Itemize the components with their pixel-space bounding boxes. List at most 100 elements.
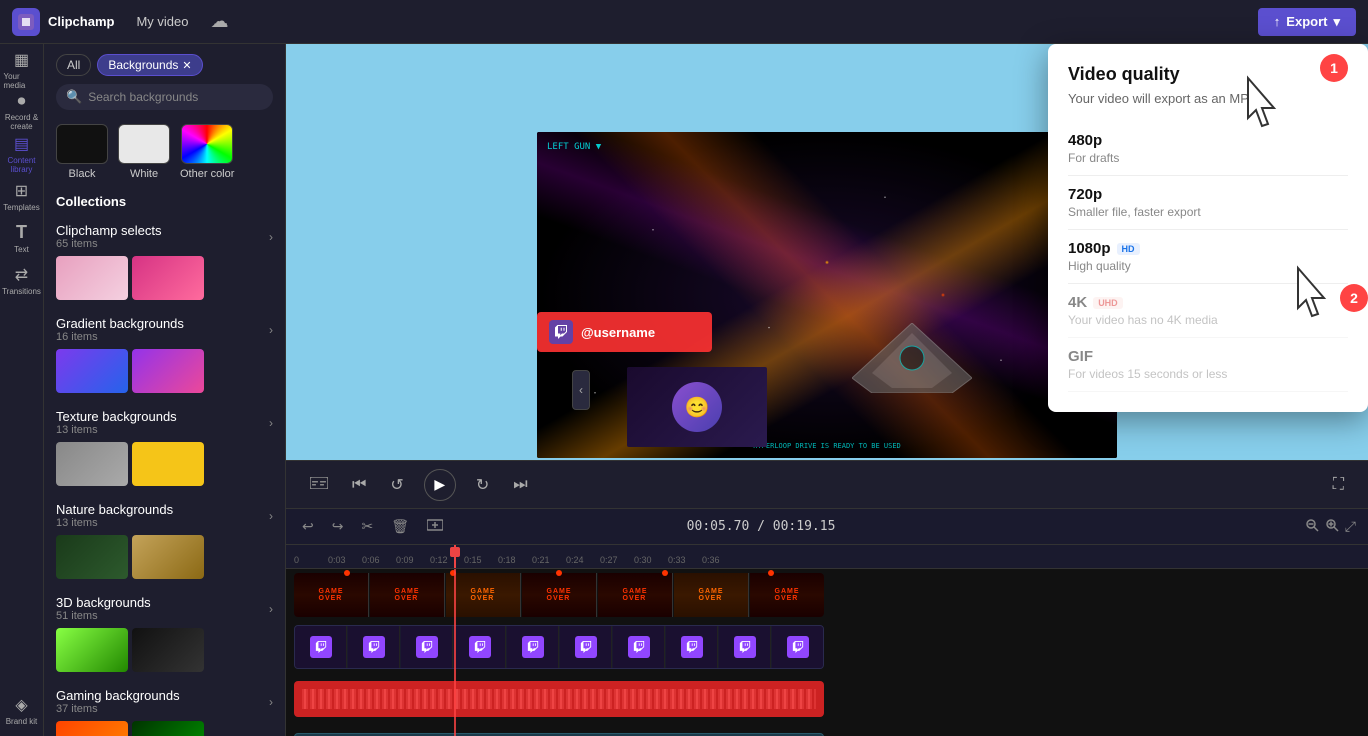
your-media-icon: ▦ [14, 50, 29, 70]
clip-game-over-6: GAMEOVER [674, 573, 749, 617]
track-markers [294, 569, 824, 576]
track-teal [286, 725, 1368, 736]
chevron-right-icon: › [269, 416, 273, 430]
captions-button[interactable] [306, 472, 332, 498]
ruler-mark: 0:15 [464, 555, 498, 565]
content-library-icon: ▤ [14, 134, 29, 154]
collections-list: Clipchamp selects 65 items › Gradient ba… [44, 215, 285, 736]
search-input[interactable] [88, 90, 263, 104]
app-logo: Clipchamp [12, 8, 114, 36]
collection-title: Gradient backgrounds [56, 316, 184, 331]
swatch-other-label: Other color [180, 168, 234, 180]
quality-option-gif[interactable]: GIF For videos 15 seconds or less [1068, 338, 1348, 392]
sidebar-item-content-library[interactable]: ▤ Contentlibrary [4, 136, 40, 172]
collection-thumbs [56, 721, 273, 736]
filter-backgrounds[interactable]: Backgrounds ✕ [97, 54, 202, 76]
quality-option-1080p[interactable]: 1080p HD High quality [1068, 230, 1348, 284]
collection-gaming-backgrounds[interactable]: Gaming backgrounds 37 items › [44, 680, 285, 736]
swatch-other[interactable]: Other color [180, 124, 234, 180]
video-canvas: LEFT GUN ▼ RIGHT GUN ▼ HYPERLOOP DRIVE I… [527, 52, 1127, 452]
thumb-2 [132, 628, 204, 672]
color-swatches: Black White Other color [44, 120, 285, 190]
collection-gradient-backgrounds[interactable]: Gradient backgrounds 16 items › [44, 308, 285, 401]
chevron-right-icon: › [269, 695, 273, 709]
fullscreen-button[interactable]: ⛶ [1329, 472, 1348, 498]
transitions-icon: ⇄ [15, 265, 28, 285]
track-3-content[interactable] [294, 681, 824, 717]
pip-content: 😊 [627, 367, 767, 447]
swatch-other-box [181, 124, 233, 164]
twitch-clip-5 [507, 626, 559, 668]
icon-sidebar: ▦ Your media ⏺ Record &create ▤ Contentl… [0, 44, 44, 736]
sidebar-item-transitions[interactable]: ⇄ Transitions [4, 262, 40, 298]
quality-option-4k[interactable]: 4K UHD Your video has no 4K media [1068, 284, 1348, 338]
twitch-clip-6 [560, 626, 612, 668]
quality-option-480p[interactable]: 480p For drafts [1068, 122, 1348, 176]
forward-button[interactable]: ↻ [472, 471, 493, 499]
sidebar-item-brand-kit[interactable]: ◈ Brand kit [4, 692, 40, 728]
twitch-overlay-bar: @username [537, 312, 712, 352]
export-button[interactable]: ↑ Export ▾ [1258, 8, 1356, 36]
text-label: Text [14, 245, 29, 254]
marker [768, 570, 774, 576]
skip-forward-button[interactable]: ⏭ [509, 472, 531, 498]
sidebar-item-text[interactable]: T Text [4, 220, 40, 256]
record-icon: ⏺ [17, 93, 25, 111]
chevron-right-icon: › [269, 323, 273, 337]
twitch-clip-4 [454, 626, 506, 668]
quality-1080p-title: 1080p HD [1068, 240, 1348, 257]
expand-timeline-button[interactable]: ⤢ [1345, 518, 1356, 535]
collection-row: Clipchamp selects 65 items › [56, 223, 273, 250]
quality-4k-sub: Your video has no 4K media [1068, 313, 1348, 327]
sidebar-item-record[interactable]: ⏺ Record &create [4, 94, 40, 130]
delete-button[interactable]: 🗑 [387, 514, 413, 539]
collection-row: Nature backgrounds 13 items › [56, 502, 273, 529]
collection-row: Gradient backgrounds 16 items › [56, 316, 273, 343]
collection-3d-backgrounds[interactable]: 3D backgrounds 51 items › [44, 587, 285, 680]
skip-back-button[interactable]: ⏮ [348, 472, 370, 498]
app-name: Clipchamp [48, 14, 114, 29]
collection-texture-backgrounds[interactable]: Texture backgrounds 13 items › [44, 401, 285, 494]
twitch-clip-8 [666, 626, 718, 668]
record-label: Record &create [5, 113, 38, 131]
cut-button[interactable]: ✂ [357, 514, 377, 539]
track-2-content[interactable] [294, 625, 824, 669]
thumb-1 [56, 628, 128, 672]
collection-clipchamp-selects[interactable]: Clipchamp selects 65 items › [44, 215, 285, 308]
redo-button[interactable]: ↪ [328, 514, 348, 539]
thumb-1 [56, 721, 128, 736]
add-to-timeline-button[interactable] [423, 513, 447, 540]
filter-close-icon[interactable]: ✕ [182, 59, 191, 72]
sidebar-item-templates[interactable]: ⊞ Templates [4, 178, 40, 214]
sidebar-item-your-media[interactable]: ▦ Your media [4, 52, 40, 88]
rewind-button[interactable]: ↺ [386, 471, 407, 499]
swatch-black[interactable]: Black [56, 124, 108, 180]
track-1-content[interactable]: GAMEOVER GAMEOVER GAMEOVER GAMEOVER GAME… [294, 573, 824, 617]
logo-icon [12, 8, 40, 36]
panel-collapse-button[interactable]: ‹ [572, 370, 590, 410]
quality-option-720p[interactable]: 720p Smaller file, faster export [1068, 176, 1348, 230]
clip-game-over-4: GAMEOVER [522, 573, 597, 617]
track-game-over: GAMEOVER GAMEOVER GAMEOVER GAMEOVER GAME… [286, 569, 1368, 621]
video-main: LEFT GUN ▼ RIGHT GUN ▼ HYPERLOOP DRIVE I… [537, 132, 1117, 458]
player-controls: ⏮ ↺ ▶ ↻ ⏭ ⛶ [286, 460, 1368, 508]
zoom-out-button[interactable] [1305, 518, 1319, 535]
undo-button[interactable]: ↩ [298, 514, 318, 539]
main-layout: ▦ Your media ⏺ Record &create ▤ Contentl… [0, 44, 1368, 736]
search-icon: 🔍 [66, 89, 82, 105]
marker [556, 570, 562, 576]
clip-game-over-7: GAMEOVER [750, 573, 824, 617]
chevron-right-icon: › [269, 509, 273, 523]
zoom-in-button[interactable] [1325, 518, 1339, 535]
play-button[interactable]: ▶ [424, 469, 456, 501]
collection-title: Clipchamp selects [56, 223, 162, 238]
swatch-white[interactable]: White [118, 124, 170, 180]
chevron-right-icon: › [269, 230, 273, 244]
collection-thumbs [56, 535, 273, 579]
collection-nature-backgrounds[interactable]: Nature backgrounds 13 items › [44, 494, 285, 587]
thumb-1 [56, 535, 128, 579]
twitch-clip-1 [295, 626, 347, 668]
filter-all[interactable]: All [56, 54, 91, 76]
cloud-icon: ☁ [211, 11, 229, 32]
video-title[interactable]: My video [126, 10, 198, 33]
